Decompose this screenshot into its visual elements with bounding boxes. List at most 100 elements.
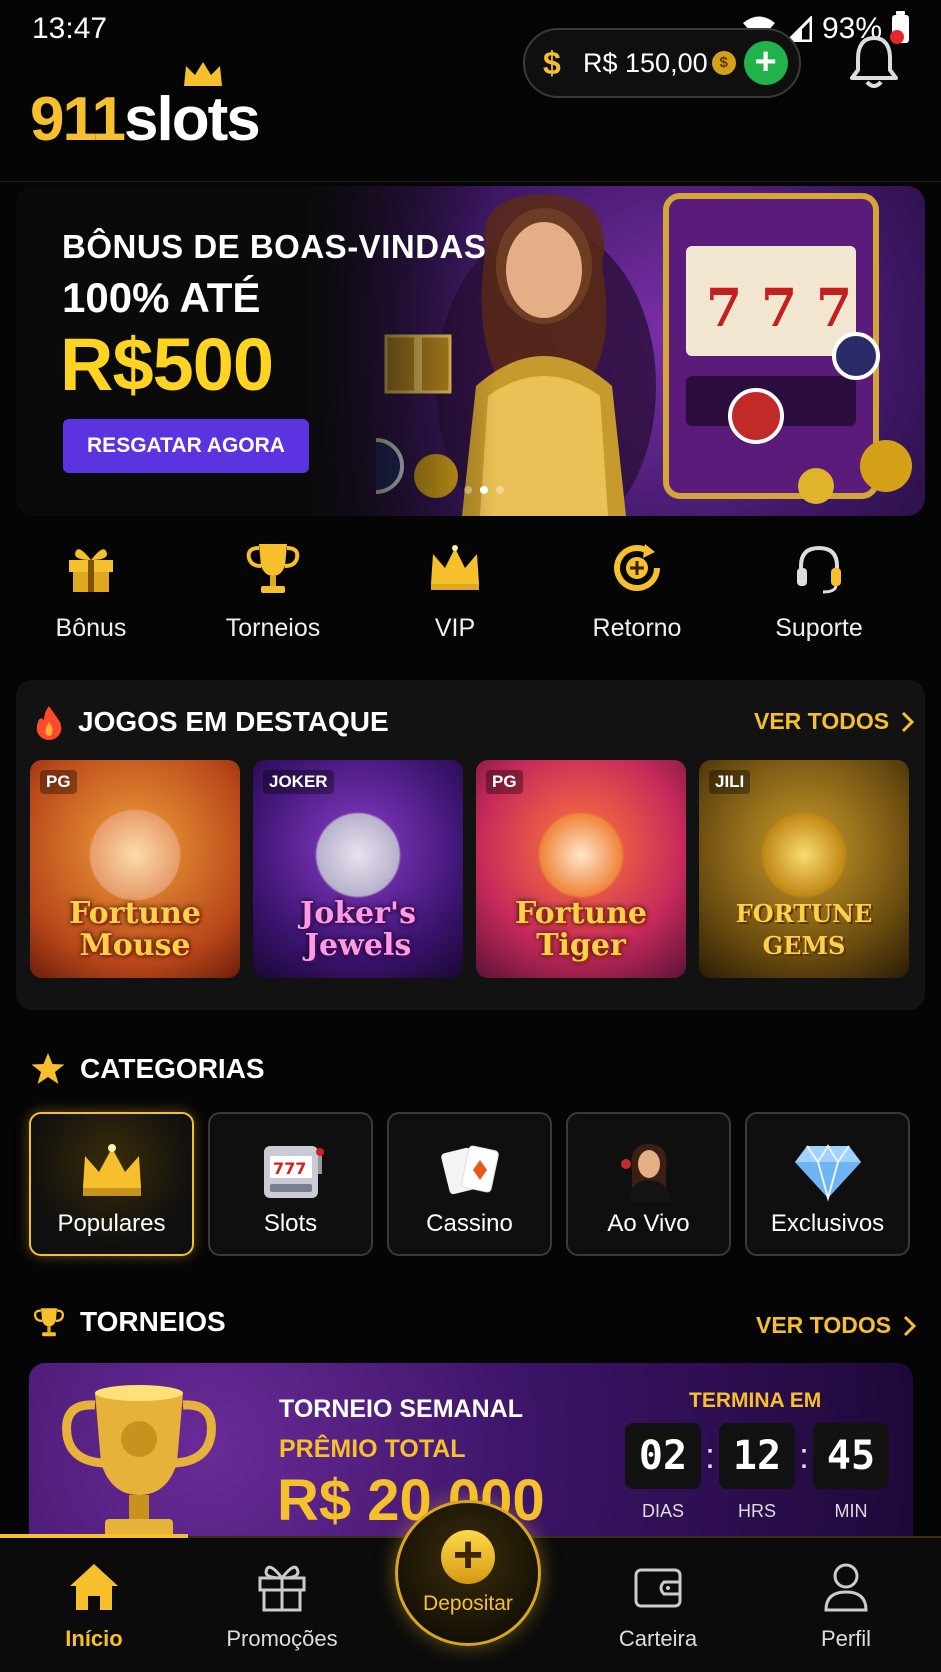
game-title: Fortune Tiger [514,896,648,963]
tournament-name: TORNEIO SEMANAL [279,1395,523,1423]
categories-title: CATEGORIAS [30,1052,265,1086]
trophy-icon [33,1308,65,1337]
category-casino[interactable]: Cassino [387,1112,552,1256]
game-card-fortune-gems[interactable]: JILI FORTUNE GEMS [699,760,909,978]
games-row: PG Fortune Mouse JOKER Joker's Jewels PG… [30,760,909,978]
categories-title-text: CATEGORIAS [80,1053,265,1084]
svg-text:7: 7 [761,278,797,339]
pagination-dot-active[interactable] [480,486,488,494]
category-popular[interactable]: Populares [29,1112,194,1256]
timer-separator: : [704,1435,715,1476]
game-art [308,800,408,910]
status-bar: 13:47 93% [0,0,941,58]
nav-profile[interactable]: Perfil [752,1538,940,1672]
logo-crown-icon [184,62,222,86]
nav-home[interactable]: Início [0,1538,188,1672]
pagination-dot[interactable] [464,486,472,494]
nav-wallet[interactable]: Carteira [564,1538,752,1672]
deposit-button[interactable]: + Depositar [395,1500,541,1646]
notification-dot [890,30,904,44]
banner-pagination [464,486,504,494]
user-icon [824,1563,868,1612]
tournaments-view-all-link[interactable]: VER TODOS [756,1312,917,1339]
category-label: Ao Vivo [607,1210,690,1237]
game-card-fortune-mouse[interactable]: PG Fortune Mouse [30,760,240,978]
slot-machine-icon: 777 [263,1146,324,1198]
category-live[interactable]: Ao Vivo [566,1112,731,1256]
quick-nav-label: VIP [434,614,476,642]
categories-row: Populares 777 Slots Cassino Ao Vivo Excl… [29,1112,910,1256]
tournaments-title-text: TORNEIOS [80,1306,226,1337]
game-provider: JOKER [263,770,334,794]
fire-icon [36,706,62,740]
game-art [531,800,631,910]
game-title: Fortune Mouse [68,896,202,963]
app-header: 911slots [0,58,941,182]
quick-nav-label: Suporte [775,614,863,642]
category-label: Populares [57,1210,166,1237]
home-icon [70,1564,118,1610]
headset-icon [797,545,841,594]
banner-headline: BÔNUS DE BOAS-VINDAS [62,228,487,265]
timer-unit: DIAS [641,1501,684,1521]
nav-promotions[interactable]: Promoções [188,1538,376,1672]
cards-icon [440,1145,499,1195]
pagination-dot[interactable] [496,486,504,494]
quick-nav-label: Torneios [225,614,321,642]
promo-banner[interactable]: 7 7 7 BÔNUS DE BOAS-VINDAS 100% ATÉ R$50… [16,186,925,516]
nav-label: Início [65,1626,123,1651]
svg-text:777: 777 [273,1159,306,1178]
live-dealer-icon [620,1144,670,1202]
game-title: Joker's Jewels [300,896,416,963]
quick-nav-support[interactable]: Suporte [728,540,910,660]
featured-games-section: JOGOS EM DESTAQUE VER TODOS PG Fortune M… [16,680,925,1010]
app-logo[interactable]: 911slots [30,62,261,155]
coin-icon: $ [711,51,736,75]
quick-nav-label: Retorno [592,614,682,642]
banner-amount: R$500 [60,323,274,406]
quick-nav: Bônus Torneios VIP Retorno Suporte [0,540,941,660]
chevron-right-icon [903,1315,917,1336]
featured-title: JOGOS EM DESTAQUE [34,704,389,740]
featured-view-all-link[interactable]: VER TODOS [754,708,915,735]
quick-nav-bonus[interactable]: Bônus [0,540,182,660]
status-time: 13:47 [32,12,108,45]
timer-separator: : [798,1435,809,1476]
svg-text:7: 7 [816,278,852,339]
add-funds-button[interactable]: + [743,41,788,85]
nav-label: Perfil [820,1626,872,1651]
tournament-prize-label: PRÊMIO TOTAL [279,1435,466,1463]
nav-label: Carteira [618,1626,698,1651]
category-slots[interactable]: 777 Slots [208,1112,373,1256]
timer-value: 02 [625,1423,701,1489]
crown-icon [82,1144,141,1196]
category-exclusive[interactable]: Exclusivos [745,1112,910,1256]
view-all-label: VER TODOS [756,1312,892,1338]
game-provider: PG [40,770,77,794]
claim-now-button[interactable]: RESGATAR AGORA [63,419,309,473]
trophy-icon [246,544,300,593]
timer-unit: HRS [737,1501,776,1521]
svg-text:7: 7 [706,278,742,339]
quick-nav-label: Bônus [55,614,127,642]
quick-nav-tournaments[interactable]: Torneios [182,540,364,660]
featured-title-text: JOGOS EM DESTAQUE [78,706,389,737]
game-card-jokers-jewels[interactable]: JOKER Joker's Jewels [253,760,463,978]
plus-icon: + [441,1529,495,1584]
game-provider: PG [486,770,523,794]
balance-amount: R$ 150,00 [583,47,708,78]
view-all-label: VER TODOS [754,708,890,734]
balance-pill[interactable]: $ R$ 150,00 $ + [523,28,801,98]
countdown-timer: 02 DIAS : 12 HRS : 45 MIN [625,1423,889,1522]
quick-nav-vip[interactable]: VIP [364,540,546,660]
timer-unit: MIN [834,1501,868,1521]
game-provider: JILI [709,770,751,794]
quick-nav-cashback[interactable]: Retorno [546,540,728,660]
crown-icon [431,545,479,590]
game-art [85,800,185,910]
tournament-ends-label: TERMINA EM [689,1389,822,1412]
game-card-fortune-tiger[interactable]: PG Fortune Tiger [476,760,686,978]
timer-minutes: 45 MIN [813,1423,889,1522]
banner-subheadline: 100% ATÉ [62,274,261,321]
nav-label: Promoções [226,1626,338,1651]
